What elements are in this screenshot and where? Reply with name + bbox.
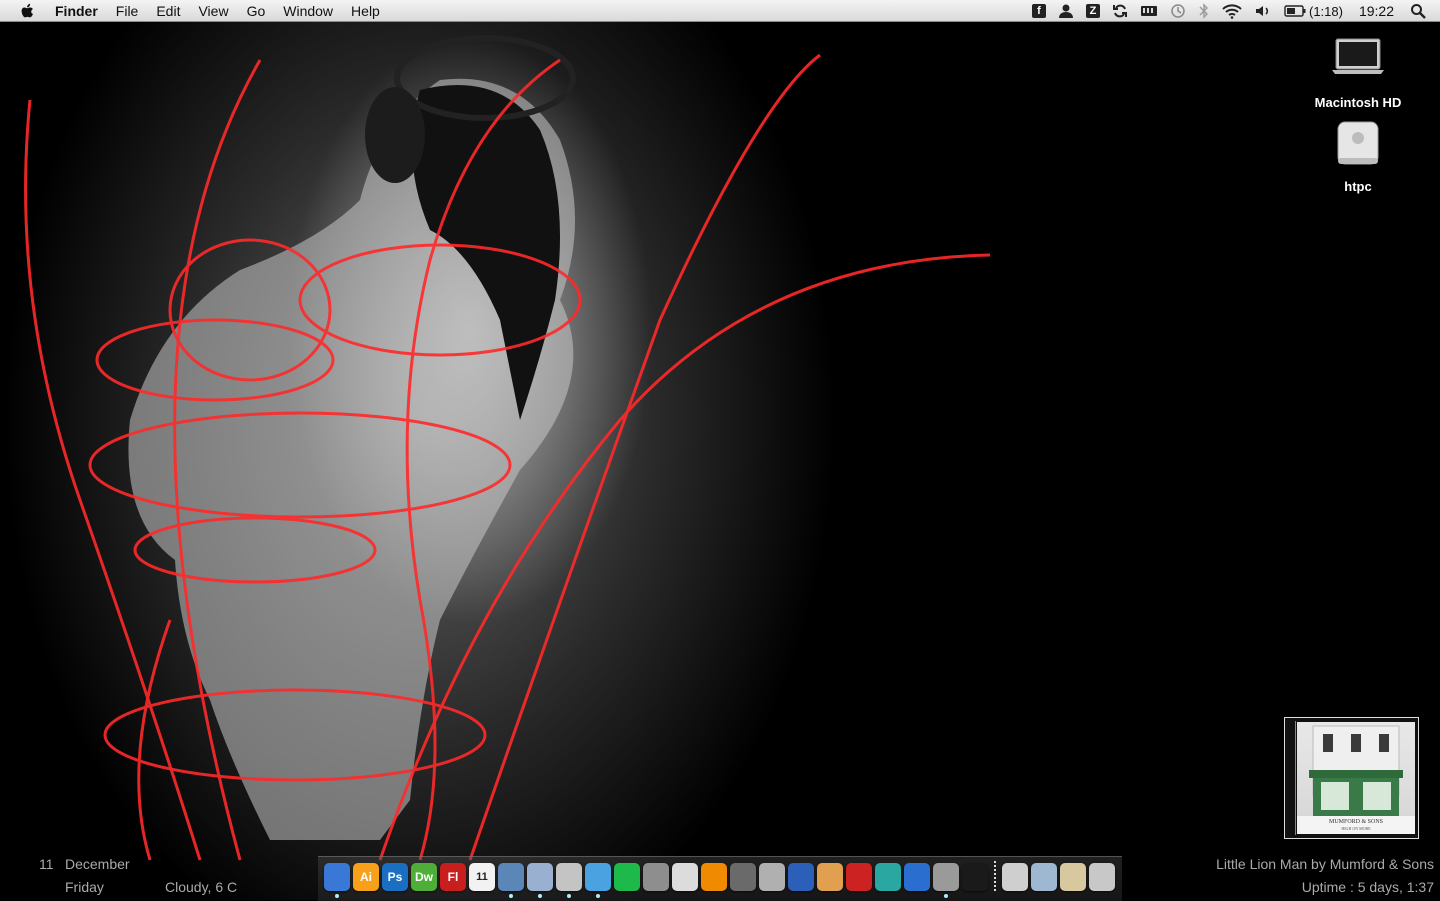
dock-items: Ai Ps Dw Fl 11	[324, 861, 1118, 898]
time-machine-icon[interactable]	[1164, 0, 1192, 22]
running-indicator	[335, 894, 339, 898]
desktop-icon-label: Macintosh HD	[1314, 95, 1402, 110]
network-drive-icon	[1337, 121, 1379, 165]
date-weekday: Friday	[65, 879, 104, 895]
wallpaper-artwork	[24, 35, 991, 861]
dock-item-label: Ps	[387, 870, 403, 884]
dock-item-label: 11	[476, 871, 488, 883]
calendar-icon[interactable]: 11	[469, 863, 495, 891]
sync-icon[interactable]	[1106, 0, 1134, 22]
itunes-icon[interactable]	[585, 863, 611, 898]
menu-window[interactable]: Window	[274, 0, 342, 22]
wifi-icon[interactable]	[1216, 0, 1248, 22]
memory-icon[interactable]	[1134, 0, 1164, 22]
downloads-stack-icon[interactable]	[1031, 863, 1057, 891]
dock-item-label: Fl	[447, 870, 459, 884]
activity-monitor-icon[interactable]	[962, 863, 988, 891]
running-indicator	[944, 894, 948, 898]
menu-go[interactable]: Go	[238, 0, 275, 22]
menu-view[interactable]: View	[189, 0, 237, 22]
album-cover: MUMFORD & SONS HIGH ON MORE	[1297, 722, 1415, 834]
vlc-icon[interactable]	[701, 863, 727, 891]
vmware-icon[interactable]	[904, 863, 930, 891]
volume-icon[interactable]	[1248, 0, 1278, 22]
spotify-icon[interactable]	[614, 863, 640, 891]
dreamweaver-icon[interactable]: Dw	[411, 863, 437, 891]
trash-icon[interactable]	[1089, 863, 1115, 891]
battery-status[interactable]: (1:18)	[1278, 0, 1349, 22]
battery-time: (1:18)	[1308, 3, 1343, 19]
uptime-text: Uptime : 5 days, 1:37	[1301, 879, 1434, 895]
album-title-text: MUMFORD & SONS	[1328, 819, 1383, 825]
weather-text: Cloudy, 6 C	[165, 879, 238, 895]
safari-icon[interactable]	[498, 863, 524, 898]
mail-icon[interactable]	[527, 863, 553, 898]
finder-icon[interactable]	[324, 863, 350, 898]
dock-separator[interactable]	[994, 861, 996, 891]
dock-item-label: Dw	[415, 870, 433, 884]
menu-help[interactable]: Help	[342, 0, 389, 22]
menu-finder[interactable]: Finder	[46, 0, 107, 22]
cyberduck-icon[interactable]	[759, 863, 785, 891]
album-subtitle-text: HIGH ON MORE	[1341, 826, 1371, 831]
time-machine-icon[interactable]	[875, 863, 901, 891]
desktop-icon-label: htpc	[1344, 179, 1372, 194]
applications-folder-icon[interactable]	[1060, 863, 1086, 891]
desktop-icon-macintosh-hd[interactable]: Macintosh HD	[1298, 34, 1418, 110]
illustrator-icon[interactable]: Ai	[353, 863, 379, 891]
facebook-icon[interactable]: f	[1026, 0, 1052, 22]
dock: Ai Ps Dw Fl 11	[318, 856, 1122, 901]
running-indicator	[538, 894, 542, 898]
menu-bar: Finder File Edit View Go Window Help f Z	[0, 0, 1440, 22]
date-month: December	[65, 856, 130, 872]
now-playing-text: Little Lion Man by Mumford & Sons	[1216, 856, 1434, 872]
desktop-wallpaper	[0, 0, 1440, 900]
running-indicator	[567, 894, 571, 898]
photo-booth-icon[interactable]	[846, 863, 872, 891]
script-editor-icon[interactable]	[730, 863, 756, 891]
running-indicator	[509, 894, 513, 898]
running-indicator	[596, 894, 600, 898]
apple-menu-icon[interactable]	[10, 3, 46, 20]
automator-icon[interactable]	[933, 863, 959, 898]
flash-icon[interactable]: Fl	[440, 863, 466, 891]
storefront-illustration	[1297, 725, 1415, 834]
desktop-icon-htpc[interactable]: htpc	[1298, 118, 1418, 194]
menu-edit[interactable]: Edit	[147, 0, 189, 22]
battery-icon	[1284, 5, 1306, 17]
date-day: 11	[39, 856, 54, 872]
album-art-widget[interactable]: MUMFORD & SONS HIGH ON MORE	[1284, 717, 1419, 839]
menu-clock[interactable]: 19:22	[1349, 0, 1404, 22]
documents-folder-icon[interactable]	[1002, 863, 1028, 891]
bluetooth-icon[interactable]	[1192, 0, 1216, 22]
laptop-drive-icon	[1332, 38, 1384, 74]
preview-icon[interactable]	[556, 863, 582, 898]
user-icon[interactable]	[1052, 0, 1080, 22]
dock-item-label: Ai	[360, 870, 372, 884]
photoshop-icon[interactable]: Ps	[382, 863, 408, 891]
spotlight-icon[interactable]	[1404, 0, 1440, 22]
sleep-icon[interactable]: Z	[1080, 0, 1106, 22]
textedit-icon[interactable]	[672, 863, 698, 891]
system-preferences-icon[interactable]	[643, 863, 669, 891]
album-widget-handle[interactable]	[1287, 721, 1296, 835]
menu-file[interactable]: File	[107, 0, 148, 22]
iphoto-icon[interactable]	[817, 863, 843, 891]
transmit-icon[interactable]	[788, 863, 814, 891]
